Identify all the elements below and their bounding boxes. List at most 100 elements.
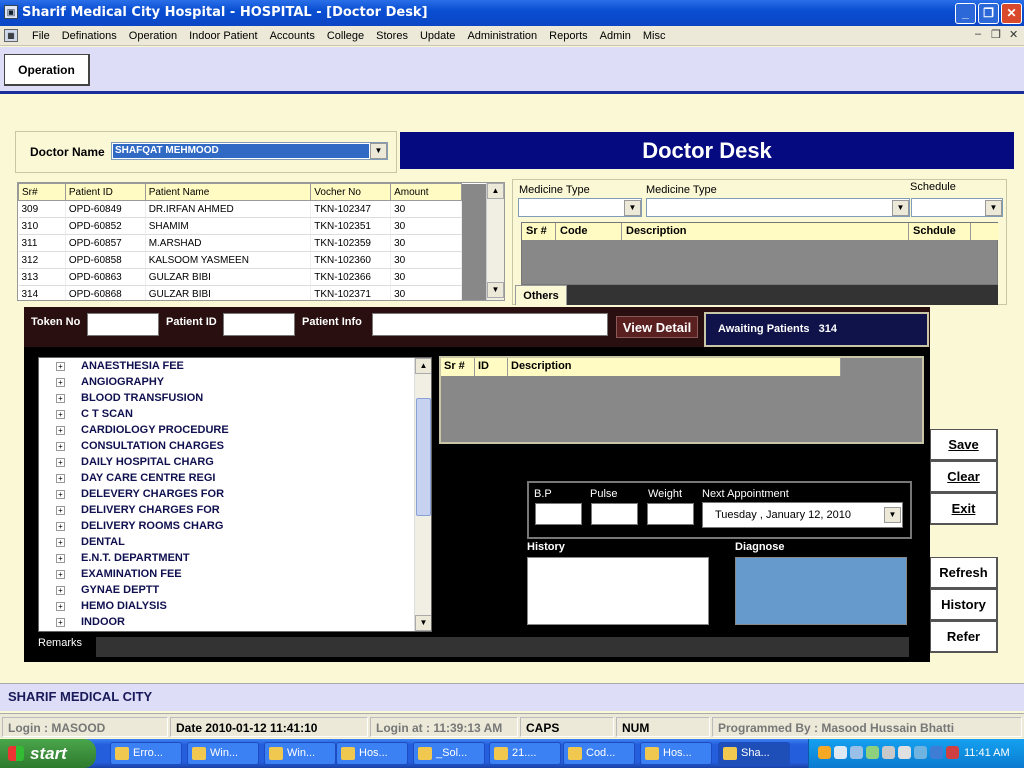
menu-accounts[interactable]: Accounts bbox=[264, 28, 321, 44]
chevron-down-icon[interactable]: ▼ bbox=[892, 200, 909, 216]
start-button[interactable]: start bbox=[0, 739, 96, 768]
expand-icon[interactable]: + bbox=[56, 506, 65, 515]
taskbar-button[interactable]: Win... bbox=[264, 742, 336, 765]
expand-icon[interactable]: + bbox=[56, 474, 65, 483]
table-row[interactable]: 312 OPD-60858 KALSOOM YASMEEN TKN-102360 30 bbox=[18, 251, 462, 269]
expand-icon[interactable]: + bbox=[56, 410, 65, 419]
tree-item[interactable]: + CARDIOLOGY PROCEDURE bbox=[39, 423, 413, 439]
taskbar-button[interactable]: Win... bbox=[187, 742, 259, 765]
chevron-down-icon[interactable]: ▼ bbox=[370, 143, 387, 159]
shield-icon[interactable] bbox=[946, 746, 959, 759]
menu-admin[interactable]: Admin bbox=[594, 28, 637, 44]
tray-icon[interactable] bbox=[834, 746, 847, 759]
expand-icon[interactable]: + bbox=[56, 458, 65, 467]
col-amount[interactable]: Amount bbox=[390, 183, 462, 201]
col-sr[interactable]: Sr # bbox=[441, 358, 475, 376]
refer-button[interactable]: Refer bbox=[930, 621, 998, 653]
expand-icon[interactable]: + bbox=[56, 490, 65, 499]
expand-icon[interactable]: + bbox=[56, 570, 65, 579]
tree-item[interactable]: + DAILY HOSPITAL CHARG bbox=[39, 455, 413, 471]
expand-icon[interactable]: + bbox=[56, 538, 65, 547]
next-appointment-date[interactable]: Tuesday , January 12, 2010 ▼ bbox=[702, 502, 903, 528]
col-schedule[interactable]: Schdule bbox=[909, 223, 971, 240]
expand-icon[interactable]: + bbox=[56, 522, 65, 531]
patients-table[interactable]: Sr# Patient ID Patient Name Vocher No Am… bbox=[17, 182, 505, 301]
scroll-down-icon[interactable]: ▼ bbox=[415, 615, 431, 631]
col-sr[interactable]: Sr # bbox=[522, 223, 556, 240]
remarks-input[interactable] bbox=[96, 637, 909, 657]
pulse-input[interactable] bbox=[591, 503, 638, 525]
col-sr[interactable]: Sr# bbox=[18, 183, 66, 201]
taskbar-button[interactable]: 21.... bbox=[489, 742, 561, 765]
services-tree[interactable]: + ANAESTHESIA FEE + ANGIOGRAPHY + BLOOD TRA… bbox=[38, 357, 432, 632]
menu-indoor-patient[interactable]: Indoor Patient bbox=[183, 28, 264, 44]
tree-item[interactable]: + GYNAE DEPTT bbox=[39, 583, 413, 599]
medicine-type-2-select[interactable]: ▼ bbox=[646, 198, 910, 217]
tree-item[interactable]: + BLOOD TRANSFUSION bbox=[39, 391, 413, 407]
clear-button[interactable]: Clear bbox=[930, 461, 998, 493]
tree-item[interactable]: + E.N.T. DEPARTMENT bbox=[39, 551, 413, 567]
schedule-select[interactable]: ▼ bbox=[911, 198, 1003, 217]
tray-icon[interactable] bbox=[850, 746, 863, 759]
save-button[interactable]: Save bbox=[930, 429, 998, 461]
col-description[interactable]: Description bbox=[508, 358, 841, 376]
restore-button[interactable]: ❐ bbox=[978, 3, 999, 24]
tray-icon[interactable] bbox=[866, 746, 879, 759]
tree-item[interactable]: + DELIVERY CHARGES FOR bbox=[39, 503, 413, 519]
chevron-down-icon[interactable]: ▼ bbox=[884, 507, 901, 523]
child-minimize-icon[interactable]: – bbox=[975, 28, 981, 40]
chevron-down-icon[interactable]: ▼ bbox=[985, 200, 1002, 216]
tree-item[interactable]: + C T SCAN bbox=[39, 407, 413, 423]
expand-icon[interactable]: + bbox=[56, 602, 65, 611]
menu-college[interactable]: College bbox=[321, 28, 370, 44]
taskbar-button[interactable]: Hos... bbox=[336, 742, 408, 765]
expand-icon[interactable]: + bbox=[56, 362, 65, 371]
menu-definations[interactable]: Definations bbox=[56, 28, 123, 44]
app-icon[interactable]: ▣ bbox=[4, 5, 18, 19]
menu-update[interactable]: Update bbox=[414, 28, 461, 44]
patients-scrollbar[interactable]: ▲ ▼ bbox=[486, 183, 504, 300]
patient-id-input[interactable] bbox=[223, 313, 295, 336]
tree-item[interactable]: + DENTAL bbox=[39, 535, 413, 551]
tray-icon[interactable] bbox=[914, 746, 927, 759]
history-button[interactable]: History bbox=[930, 589, 998, 621]
expand-icon[interactable]: + bbox=[56, 394, 65, 403]
table-row[interactable]: 309 OPD-60849 DR.IRFAN AHMED TKN-102347 30 bbox=[18, 200, 462, 218]
exit-button[interactable]: Exit bbox=[930, 493, 998, 525]
menu-administration[interactable]: Administration bbox=[461, 28, 543, 44]
refresh-button[interactable]: Refresh bbox=[930, 557, 998, 589]
table-row[interactable]: 313 OPD-60863 GULZAR BIBI TKN-102366 30 bbox=[18, 268, 462, 286]
medicine-type-select[interactable]: ▼ bbox=[518, 198, 642, 217]
operation-button[interactable]: Operation bbox=[4, 54, 90, 86]
col-patient-id[interactable]: Patient ID bbox=[64, 183, 146, 201]
menu-operation[interactable]: Operation bbox=[123, 28, 183, 44]
col-description[interactable]: Description bbox=[622, 223, 909, 240]
mdi-child-icon[interactable]: ▦ bbox=[4, 29, 18, 42]
table-row[interactable]: 310 OPD-60852 SHAMIM TKN-102351 30 bbox=[18, 217, 462, 235]
taskbar-button[interactable]: Erro... bbox=[110, 742, 182, 765]
minimize-button[interactable]: _ bbox=[955, 3, 976, 24]
scroll-thumb[interactable] bbox=[416, 398, 431, 516]
col-code[interactable]: Code bbox=[556, 223, 622, 240]
tree-item[interactable]: + DAY CARE CENTRE REGI bbox=[39, 471, 413, 487]
tray-icon[interactable] bbox=[818, 746, 831, 759]
tray-icon[interactable] bbox=[882, 746, 895, 759]
bp-input[interactable] bbox=[535, 503, 582, 525]
col-id[interactable]: ID bbox=[475, 358, 508, 376]
table-row[interactable]: 314 OPD-60868 GULZAR BIBI TKN-102371 30 bbox=[18, 285, 462, 300]
tree-item[interactable]: + ANGIOGRAPHY bbox=[39, 375, 413, 391]
tree-item[interactable]: + HEMO DIALYSIS bbox=[39, 599, 413, 615]
tree-item[interactable]: + ANAESTHESIA FEE bbox=[39, 359, 413, 375]
history-textarea[interactable] bbox=[527, 557, 709, 625]
services-scrollbar[interactable]: ▲ ▼ bbox=[414, 358, 431, 631]
taskbar-button[interactable]: _Sol... bbox=[413, 742, 485, 765]
col-patient-name[interactable]: Patient Name bbox=[144, 183, 312, 201]
tree-item[interactable]: + DELEVERY CHARGES FOR bbox=[39, 487, 413, 503]
expand-icon[interactable]: + bbox=[56, 378, 65, 387]
tree-item[interactable]: + CONSULTATION CHARGES bbox=[39, 439, 413, 455]
tree-item[interactable]: + INDOOR bbox=[39, 615, 413, 631]
taskbar-button[interactable]: Cod... bbox=[563, 742, 635, 765]
network-icon[interactable] bbox=[930, 746, 943, 759]
view-detail-button[interactable]: View Detail bbox=[616, 316, 698, 338]
menu-file[interactable]: File bbox=[26, 28, 56, 44]
